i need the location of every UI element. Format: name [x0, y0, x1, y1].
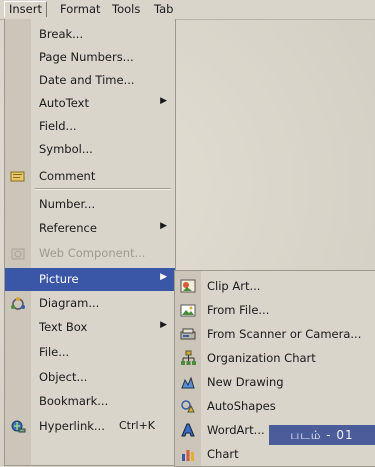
scanner-icon — [180, 328, 196, 340]
menu-item-symbol[interactable]: Symbol... — [5, 138, 175, 161]
submenu-item-label: Organization Chart — [207, 351, 316, 365]
menu-item-comment[interactable]: Comment — [5, 165, 175, 188]
menu-item-label: Comment — [39, 169, 96, 183]
menu-item-date-time[interactable]: Date and Time... — [5, 69, 175, 92]
menu-item-label: Text Box — [39, 320, 88, 334]
web-component-icon — [11, 248, 25, 260]
menu-bar: Insert Format Tools Tab — [0, 0, 375, 20]
menu-item-label: Diagram... — [39, 296, 100, 310]
submenu-arrow-icon: ▶ — [160, 272, 167, 282]
submenu-arrow-icon: ▶ — [160, 221, 167, 231]
menu-item-label: Reference — [39, 221, 97, 235]
menu-item-label: File... — [39, 345, 70, 359]
submenu-item-from-file[interactable]: From File... — [175, 298, 375, 322]
submenu-item-clip-art[interactable]: Clip Art... — [175, 274, 375, 298]
menu-item-reference[interactable]: Reference ▶ — [5, 217, 175, 240]
menu-format[interactable]: Format — [56, 2, 105, 17]
submenu-item-label: From Scanner or Camera... — [207, 327, 362, 341]
new-drawing-icon — [181, 376, 195, 389]
figure-caption-tag: படம் - 01 — [269, 425, 375, 445]
submenu-item-label: New Drawing — [207, 375, 284, 389]
submenu-item-new-drawing[interactable]: New Drawing — [175, 370, 375, 394]
menu-insert[interactable]: Insert — [4, 1, 47, 17]
submenu-item-label: From File... — [207, 303, 270, 317]
menu-item-diagram[interactable]: Diagram... — [5, 292, 175, 315]
menu-item-break[interactable]: Break... — [5, 23, 175, 46]
hyperlink-icon — [11, 420, 26, 433]
menu-table[interactable]: Tab — [150, 2, 177, 17]
submenu-item-label: AutoShapes — [207, 399, 276, 413]
submenu-item-chart[interactable]: Chart — [175, 442, 375, 466]
org-chart-icon — [181, 350, 196, 365]
chart-icon — [182, 450, 194, 461]
clip-art-icon — [180, 279, 196, 293]
menu-item-file[interactable]: File... — [5, 341, 175, 364]
menu-item-field[interactable]: Field... — [5, 115, 175, 138]
menu-item-text-box[interactable]: Text Box ▶ — [5, 316, 175, 339]
menu-item-label: Number... — [39, 197, 96, 211]
menu-item-label: Field... — [39, 119, 77, 133]
menu-item-page-numbers[interactable]: Page Numbers... — [5, 46, 175, 69]
menu-item-number[interactable]: Number... — [5, 193, 175, 216]
autoshapes-icon — [181, 400, 195, 413]
diagram-icon — [11, 297, 25, 310]
menu-item-picture[interactable]: Picture ▶ — [5, 268, 175, 291]
menu-item-label: Page Numbers... — [39, 50, 134, 64]
menu-item-label: Date and Time... — [39, 73, 135, 87]
menu-item-label: Picture — [39, 272, 79, 286]
submenu-item-label: Clip Art... — [207, 279, 261, 293]
menu-item-label: Object... — [39, 370, 88, 384]
menu-item-bookmark[interactable]: Bookmark... — [5, 390, 175, 413]
submenu-item-scanner-camera[interactable]: From Scanner or Camera... — [175, 322, 375, 346]
menu-item-label: Web Component... — [39, 246, 146, 260]
menu-item-autotext[interactable]: AutoText ▶ — [5, 92, 175, 115]
menu-item-hyperlink[interactable]: Hyperlink... Ctrl+K — [5, 415, 175, 438]
shortcut-label: Ctrl+K — [119, 419, 156, 432]
menu-item-label: Hyperlink... — [39, 419, 105, 433]
submenu-arrow-icon: ▶ — [160, 320, 167, 330]
menu-item-label: Break... — [39, 27, 84, 41]
submenu-item-org-chart[interactable]: Organization Chart — [175, 346, 375, 370]
menu-tools[interactable]: Tools — [108, 2, 144, 17]
submenu-item-label: Chart — [207, 447, 239, 461]
menu-item-label: Symbol... — [39, 142, 93, 156]
comment-icon — [10, 171, 25, 182]
insert-menu: Break... Page Numbers... Date and Time..… — [4, 19, 176, 466]
menu-separator — [35, 188, 171, 190]
from-file-icon — [180, 304, 196, 317]
menu-item-label: AutoText — [39, 96, 89, 110]
submenu-item-label: WordArt... — [207, 423, 265, 437]
menu-item-web-component: Web Component... — [5, 242, 175, 265]
menu-item-object[interactable]: Object... — [5, 366, 175, 389]
wordart-icon — [181, 423, 195, 437]
menu-item-label: Bookmark... — [39, 394, 109, 408]
submenu-arrow-icon: ▶ — [160, 96, 167, 106]
submenu-item-autoshapes[interactable]: AutoShapes — [175, 394, 375, 418]
